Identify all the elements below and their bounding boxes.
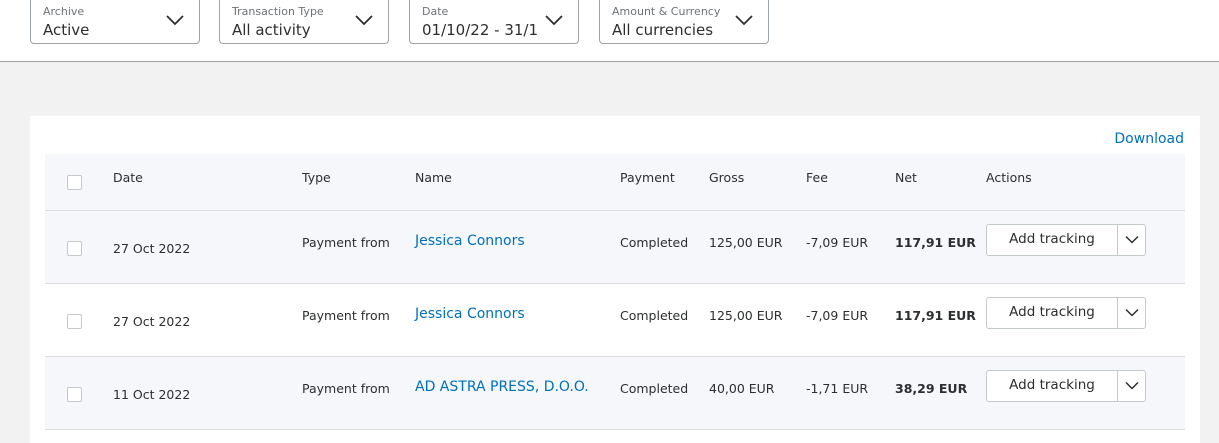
date-filter-value: 01/10/22 - 31/10/22 [422,21,539,39]
archive-filter-label: Archive [43,5,85,18]
row-date: 27 Oct 2022 [113,314,191,329]
amount-currency-filter-label: Amount & Currency [612,5,721,18]
activity-card: Download Date Type Name Payment Gross Fe… [30,116,1200,443]
row-gross: 125,00 EUR [709,308,783,323]
actions-dropdown-button[interactable] [1118,298,1146,328]
column-header-actions: Actions [986,170,1032,185]
row-type: Payment from [302,381,390,396]
column-header-net: Net [895,170,917,185]
table-row: 27 Oct 2022 Payment from Jessica Connors… [45,284,1185,357]
row-name-link[interactable]: Jessica Connors [415,233,525,249]
add-tracking-split-button: Add tracking [986,224,1146,256]
archive-filter[interactable]: Archive Active [30,0,200,44]
row-payment-status: Completed [620,308,689,323]
row-fee: -1,71 EUR [806,381,869,396]
amount-currency-filter[interactable]: Amount & Currency All currencies [599,0,769,44]
row-net: 117,91 EUR [895,308,976,323]
column-header-date[interactable]: Date [113,170,143,185]
row-type: Payment from [302,308,390,323]
column-header-type: Type [302,170,331,185]
row-date: 11 Oct 2022 [113,387,191,402]
table-row: 11 Oct 2022 Payment from AD ASTRA PRESS,… [45,357,1185,430]
chevron-down-icon [545,15,563,26]
transaction-type-filter-label: Transaction Type [232,5,324,18]
row-net: 117,91 EUR [895,235,976,250]
row-fee: -7,09 EUR [806,235,869,250]
row-gross: 40,00 EUR [709,381,775,396]
row-checkbox[interactable] [67,314,82,329]
archive-filter-value: Active [43,21,90,39]
add-tracking-button[interactable]: Add tracking [987,371,1117,401]
add-tracking-button[interactable]: Add tracking [987,225,1117,255]
column-header-fee: Fee [806,170,828,185]
add-tracking-split-button: Add tracking [986,297,1146,329]
add-tracking-split-button: Add tracking [986,370,1146,402]
row-payment-status: Completed [620,235,689,250]
column-header-gross: Gross [709,170,745,185]
date-filter[interactable]: Date 01/10/22 - 31/10/22 [409,0,579,44]
table-row: 27 Oct 2022 Payment from Jessica Connors… [45,211,1185,284]
row-checkbox[interactable] [67,241,82,256]
row-type: Payment from [302,235,390,250]
row-fee: -7,09 EUR [806,308,869,323]
date-filter-label: Date [422,5,449,18]
chevron-down-icon [1125,235,1139,244]
chevron-down-icon [1125,381,1139,390]
download-link[interactable]: Download [1114,131,1184,147]
actions-dropdown-button[interactable] [1118,225,1146,255]
row-payment-status: Completed [620,381,689,396]
transaction-type-filter-value: All activity [232,21,311,39]
column-header-payment: Payment [620,170,675,185]
chevron-down-icon [1125,308,1139,317]
add-tracking-button[interactable]: Add tracking [987,298,1117,328]
select-all-checkbox[interactable] [67,175,82,190]
table-header: Date Type Name Payment Gross Fee Net Act… [45,154,1185,211]
actions-dropdown-button[interactable] [1118,371,1146,401]
row-name-link[interactable]: AD ASTRA PRESS, D.O.O. [415,379,589,395]
amount-currency-filter-value: All currencies [612,21,714,39]
chevron-down-icon [735,15,753,26]
row-checkbox[interactable] [67,387,82,402]
activity-table: Date Type Name Payment Gross Fee Net Act… [45,154,1185,430]
row-name-link[interactable]: Jessica Connors [415,306,525,322]
row-gross: 125,00 EUR [709,235,783,250]
column-header-name: Name [415,170,452,185]
chevron-down-icon [166,15,184,26]
row-net: 38,29 EUR [895,381,968,396]
transaction-type-filter[interactable]: Transaction Type All activity [219,0,389,44]
row-date: 27 Oct 2022 [113,241,191,256]
filter-bar: Archive Active Transaction Type All acti… [0,0,1219,62]
chevron-down-icon [355,15,373,26]
